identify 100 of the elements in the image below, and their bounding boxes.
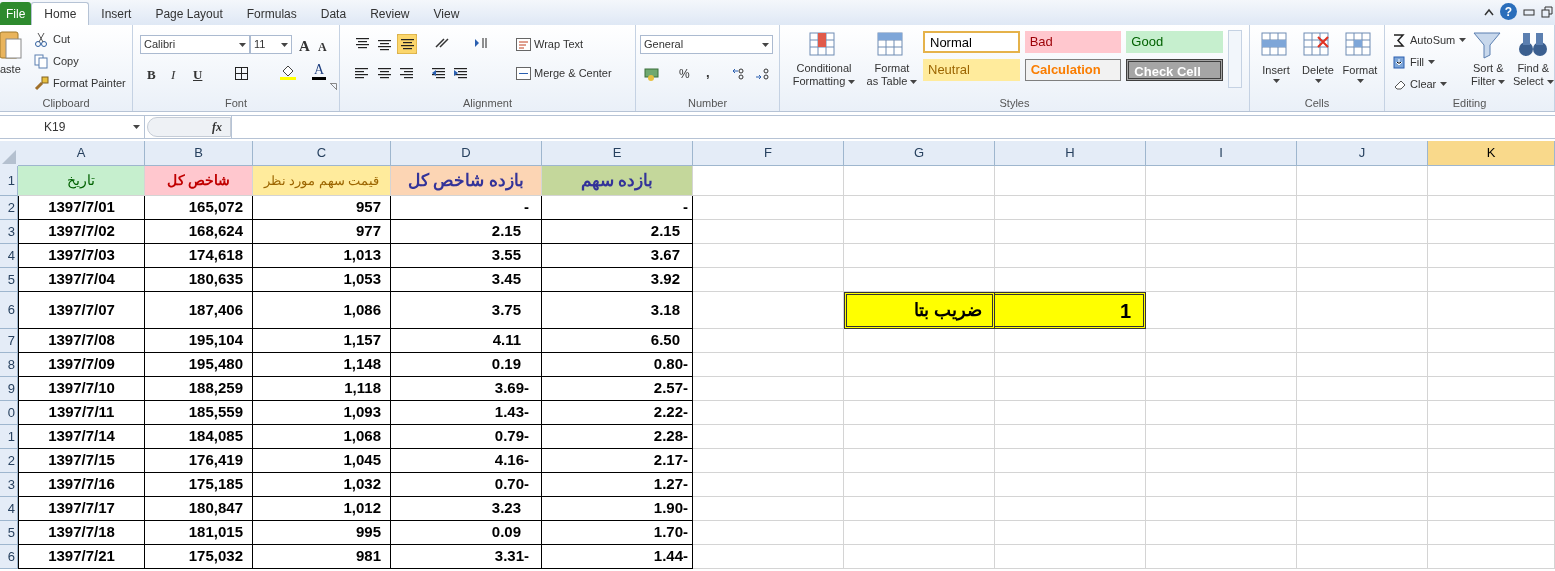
column-header[interactable]: D <box>391 141 542 165</box>
empty-cell[interactable] <box>1146 521 1297 545</box>
empty-cell[interactable] <box>995 353 1146 377</box>
empty-cell[interactable] <box>844 220 995 244</box>
empty-cell[interactable] <box>1146 353 1297 377</box>
empty-cell[interactable] <box>995 401 1146 425</box>
font-name-field[interactable]: Calibri <box>140 35 250 54</box>
empty-cell[interactable] <box>995 220 1146 244</box>
empty-cell[interactable] <box>844 425 995 449</box>
comma-button[interactable]: , <box>706 63 710 83</box>
empty-cell[interactable] <box>693 377 844 401</box>
help-button[interactable]: ? <box>1500 3 1517 20</box>
align-right-icon[interactable] <box>400 67 413 80</box>
empty-cell[interactable] <box>693 220 844 244</box>
column-header[interactable]: A <box>18 141 145 165</box>
empty-cell[interactable] <box>995 497 1146 521</box>
conditional-formatting-button[interactable]: Conditional Formatting <box>784 29 864 88</box>
decrease-indent-icon[interactable] <box>432 67 446 80</box>
empty-cell[interactable] <box>844 166 995 196</box>
ribbon-tab[interactable]: File <box>0 2 32 25</box>
shrink-font-button[interactable]: A <box>318 38 327 56</box>
empty-cell[interactable] <box>995 521 1146 545</box>
top-align-icon[interactable] <box>356 37 369 50</box>
ribbon-tab[interactable]: Insert <box>89 2 144 25</box>
name-box[interactable]: K19 <box>0 116 145 138</box>
center-icon[interactable] <box>378 67 391 80</box>
format-cells-button[interactable]: Format <box>1340 29 1380 83</box>
column-header[interactable]: H <box>995 141 1146 165</box>
empty-cell[interactable] <box>1297 497 1428 521</box>
empty-cell[interactable] <box>844 244 995 268</box>
empty-cell[interactable] <box>995 244 1146 268</box>
empty-cell[interactable] <box>693 521 844 545</box>
row-header[interactable]: 1 <box>0 166 18 196</box>
empty-cell[interactable] <box>1146 401 1297 425</box>
empty-cell[interactable] <box>1428 196 1555 220</box>
empty-cell[interactable] <box>693 545 844 569</box>
row-header[interactable]: 7 <box>0 329 18 353</box>
empty-cell[interactable] <box>844 196 995 220</box>
empty-cell[interactable] <box>693 473 844 497</box>
autosum-button[interactable]: AutoSum <box>1393 31 1467 49</box>
empty-cell[interactable] <box>844 377 995 401</box>
empty-cell[interactable] <box>1428 220 1555 244</box>
empty-cell[interactable] <box>995 166 1146 196</box>
insert-cells-button[interactable]: Insert <box>1256 29 1296 83</box>
format-as-table-button[interactable]: Format as Table <box>866 29 918 88</box>
empty-cell[interactable] <box>1297 473 1428 497</box>
borders-icon[interactable] <box>235 67 248 80</box>
empty-cell[interactable] <box>1428 425 1555 449</box>
empty-cell[interactable] <box>1297 449 1428 473</box>
column-header[interactable]: B <box>145 141 253 165</box>
empty-cell[interactable] <box>1297 425 1428 449</box>
row-header[interactable]: 5 <box>0 521 18 545</box>
cell-style-button[interactable]: Good <box>1126 31 1223 53</box>
column-header[interactable]: K <box>1428 141 1555 165</box>
empty-cell[interactable] <box>995 425 1146 449</box>
empty-cell[interactable] <box>693 329 844 353</box>
row-header[interactable]: 8 <box>0 353 18 377</box>
cell-style-button[interactable]: Normal <box>923 31 1020 53</box>
empty-cell[interactable] <box>693 196 844 220</box>
orientation-icon[interactable] <box>434 37 452 49</box>
wrap-text-button[interactable]: Wrap Text <box>516 35 584 53</box>
currency-icon[interactable] <box>644 67 660 81</box>
empty-cell[interactable] <box>844 353 995 377</box>
row-header[interactable]: 6 <box>0 545 18 569</box>
restore-icon[interactable] <box>1541 5 1553 18</box>
find-select-button[interactable]: Find & Select <box>1513 29 1554 88</box>
empty-cell[interactable] <box>1428 521 1555 545</box>
empty-cell[interactable] <box>1428 497 1555 521</box>
empty-cell[interactable] <box>1428 353 1555 377</box>
empty-cell[interactable] <box>693 449 844 473</box>
empty-cell[interactable] <box>1297 268 1428 292</box>
sort-filter-button[interactable]: Sort & Filter <box>1471 29 1506 88</box>
ribbon-tab[interactable]: Data <box>308 2 359 25</box>
row-header[interactable]: 9 <box>0 377 18 401</box>
row-header[interactable]: 2 <box>0 449 18 473</box>
fill-color-icon[interactable] <box>280 64 296 80</box>
empty-cell[interactable] <box>995 377 1146 401</box>
paste-button[interactable]: aste <box>0 29 26 91</box>
empty-cell[interactable] <box>1146 196 1297 220</box>
clear-button[interactable]: Clear <box>1393 75 1448 93</box>
font-size-field[interactable]: 11 <box>250 35 292 54</box>
empty-cell[interactable] <box>1428 401 1555 425</box>
dialog-launcher-icon[interactable] <box>330 83 337 90</box>
empty-cell[interactable] <box>1297 377 1428 401</box>
copy-button[interactable]: Copy <box>34 51 79 71</box>
row-header[interactable]: 0 <box>0 401 18 425</box>
empty-cell[interactable] <box>693 353 844 377</box>
cut-button[interactable]: Cut <box>34 29 71 49</box>
row-header[interactable]: 4 <box>0 497 18 521</box>
empty-cell[interactable] <box>1297 166 1428 196</box>
format-painter-button[interactable]: Format Painter <box>34 73 126 93</box>
empty-cell[interactable] <box>1146 377 1297 401</box>
row-header[interactable]: 1 <box>0 425 18 449</box>
ribbon-tab[interactable]: Review <box>358 2 422 25</box>
merge-center-button[interactable]: Merge & Center <box>516 64 612 82</box>
ribbon-tab[interactable]: Page Layout <box>143 2 235 25</box>
align-left-icon[interactable] <box>355 67 368 80</box>
empty-cell[interactable] <box>693 425 844 449</box>
empty-cell[interactable] <box>1428 449 1555 473</box>
empty-cell[interactable] <box>995 449 1146 473</box>
